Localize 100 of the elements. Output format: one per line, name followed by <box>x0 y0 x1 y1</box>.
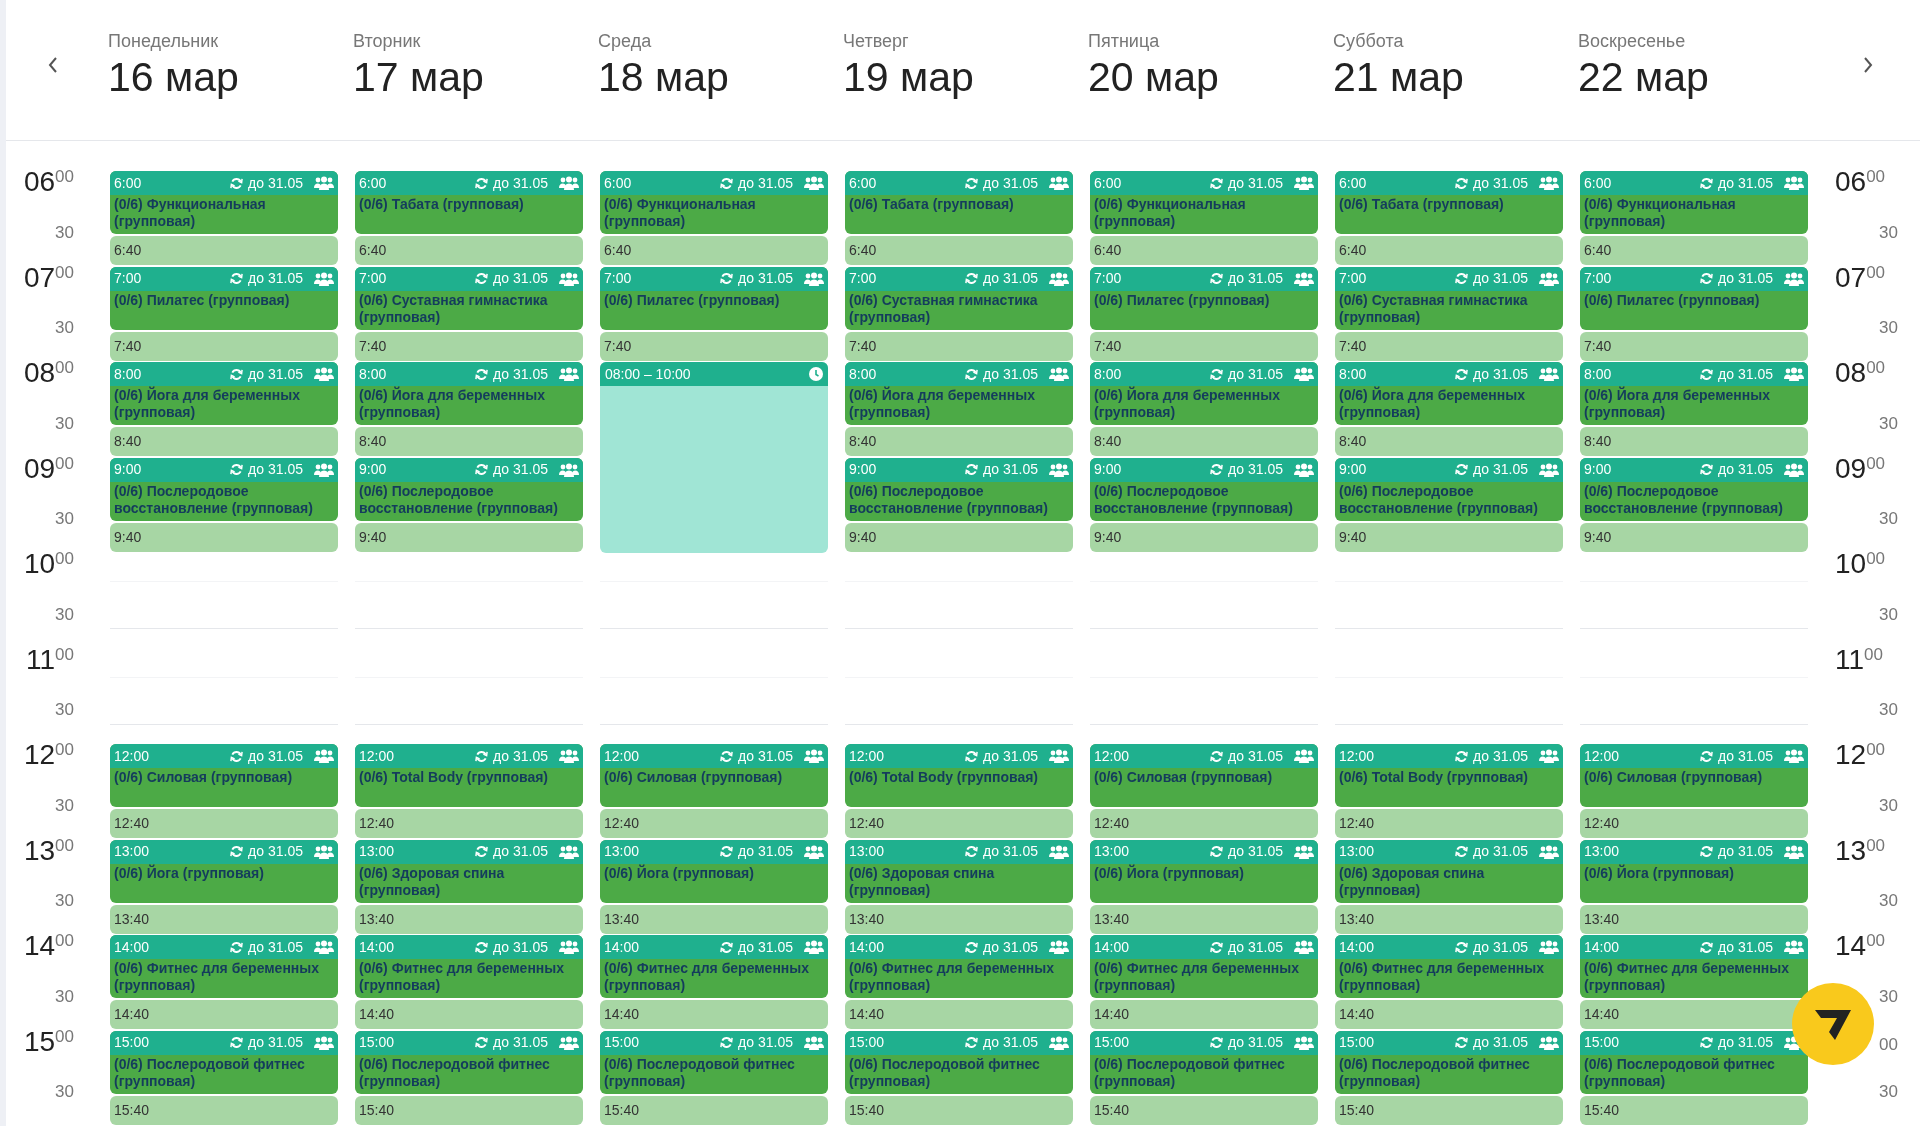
start-time: 7:00 <box>359 269 387 288</box>
class-event-card[interactable]: 6:00 до 31.05 (0/6) Табата (групповая) <box>1335 171 1563 234</box>
class-event-card[interactable]: 9:00 до 31.05 (0/6) Послеродовое восстановление (групповая) <box>110 457 338 521</box>
end-time-block: 6:40 <box>1090 236 1318 265</box>
class-event-card[interactable]: 8:00 до 31.05 (0/6) Йога для беременных (групповая) <box>110 362 338 425</box>
class-event-card[interactable]: 9:00 до 31.05 (0/6) Послеродовое восстановление (групповая) <box>1090 457 1318 521</box>
start-time: 7:00 <box>1339 269 1367 288</box>
repeat-icon <box>1455 367 1469 381</box>
repeat-until-label: до 31.05 <box>493 746 548 766</box>
minutes-label: 30 <box>1878 891 1898 912</box>
class-event-card[interactable]: 14:00 до 31.05 (0/6) Фитнес для беременных (групповая) <box>355 935 583 998</box>
group-icon <box>1294 462 1314 477</box>
class-event-card[interactable]: 6:00 до 31.05 (0/6) Функциональная (групповая) <box>1090 171 1318 234</box>
class-event-card[interactable]: 7:00 до 31.05 (0/6) Пилатес (групповая) <box>110 266 338 330</box>
class-event-card[interactable]: 7:00 до 31.05 (0/6) Суставная гимнастика (групповая) <box>845 266 1073 330</box>
repeat-until-label: до 31.05 <box>1718 269 1773 288</box>
class-event-card[interactable]: 7:00 до 31.05 (0/6) Пилатес (групповая) <box>600 266 828 330</box>
start-time: 9:00 <box>114 460 142 479</box>
class-event-card[interactable]: 12:00 до 31.05 (0/6) Силовая (групповая) <box>600 744 828 807</box>
class-title: (0/6) Функциональная (групповая) <box>1583 195 1737 230</box>
group-icon <box>559 1035 579 1050</box>
end-time-block: 15:40 <box>1090 1095 1318 1125</box>
repeat-until-label: до 31.05 <box>1473 269 1528 288</box>
minutes-label: 00 <box>1878 1034 1898 1055</box>
class-event-card[interactable]: 14:00 до 31.05 (0/6) Фитнес для беременных (групповая) <box>1335 935 1563 998</box>
group-icon <box>314 367 334 381</box>
class-event-card[interactable]: 8:00 до 31.05 (0/6) Йога для беременных (групповая) <box>1090 362 1318 425</box>
minutes-label: 00 <box>1866 549 1886 569</box>
class-event-card[interactable]: 15:00 до 31.05 (0/6) Послеродовой фитнес (групповая) <box>355 1030 583 1094</box>
class-event-card[interactable]: 8:00 до 31.05 (0/6) Йога для беременных (групповая) <box>1580 362 1808 425</box>
class-event-card[interactable]: 15:00 до 31.05 (0/6) Послеродовой фитнес (групповая) <box>1580 1030 1808 1094</box>
repeat-until-label: до 31.05 <box>248 937 303 957</box>
class-event-card[interactable]: 9:00 до 31.05 (0/6) Послеродовое восстановление (групповая) <box>845 457 1073 521</box>
class-event-card[interactable]: 6:00 до 31.05 (0/6) Функциональная (групповая) <box>110 171 338 234</box>
class-event-card[interactable]: 14:00 до 31.05 (0/6) Фитнес для беременных (групповая) <box>110 935 338 998</box>
start-time: 15:00 <box>1339 1033 1375 1052</box>
minutes-label: 30 <box>55 413 74 434</box>
repeat-until-label: до 31.05 <box>248 173 303 193</box>
class-event-card[interactable]: 7:00 до 31.05 (0/6) Суставная гимнастика (групповая) <box>1335 266 1563 330</box>
group-icon <box>1539 940 1559 954</box>
repeat-icon <box>1210 845 1224 858</box>
repeat-icon <box>965 940 979 954</box>
class-event-card[interactable]: 9:00 до 31.05 (0/6) Послеродовое восстановление (групповая) <box>355 457 583 521</box>
class-event-card[interactable]: 7:00 до 31.05 (0/6) Пилатес (групповая) <box>1580 266 1808 330</box>
class-event-card[interactable]: 6:00 до 31.05 (0/6) Функциональная (групповая) <box>600 171 828 234</box>
minutes-label: 00 <box>55 644 74 664</box>
repeat-until-label: до 31.05 <box>1228 269 1283 288</box>
class-event-card[interactable]: 13:00 до 31.05 (0/6) Йога (групповая) <box>110 839 338 903</box>
class-title: (0/6) Фитнес для беременных (групповая) <box>603 959 811 994</box>
end-time-block: 6:40 <box>600 236 828 265</box>
end-time-block: 9:40 <box>1580 522 1808 552</box>
class-event-card[interactable]: 12:00 до 31.05 (0/6) Силовая (групповая) <box>1580 744 1808 807</box>
class-event-card[interactable]: 7:00 до 31.05 (0/6) Пилатес (групповая) <box>1090 266 1318 330</box>
class-event-card[interactable]: 14:00 до 31.05 (0/6) Фитнес для беременных (групповая) <box>600 935 828 998</box>
class-event-card[interactable]: 13:00 до 31.05 (0/6) Йога (групповая) <box>600 839 828 903</box>
class-event-card[interactable]: 15:00 до 31.05 (0/6) Послеродовой фитнес (групповая) <box>600 1030 828 1094</box>
class-event-card[interactable]: 15:00 до 31.05 (0/6) Послеродовой фитнес (групповая) <box>1335 1030 1563 1094</box>
minutes-label: 00 <box>1866 358 1886 378</box>
class-event-card[interactable]: 7:00 до 31.05 (0/6) Суставная гимнастика (групповая) <box>355 266 583 330</box>
repeat-icon <box>1210 463 1224 476</box>
class-event-card[interactable]: 13:00 до 31.05 (0/6) Здоровая спина (групповая) <box>1335 839 1563 903</box>
class-event-card[interactable]: 13:00 до 31.05 (0/6) Здоровая спина (групповая) <box>845 839 1073 903</box>
repeat-icon <box>1700 845 1714 858</box>
class-event-card[interactable]: 12:00 до 31.05 (0/6) Total Body (групповая) <box>845 744 1073 807</box>
minutes-label: 00 <box>1866 262 1886 283</box>
class-event-card[interactable]: 14:00 до 31.05 (0/6) Фитнес для беременных (групповая) <box>1090 935 1318 998</box>
class-event-card[interactable]: 8:00 до 31.05 (0/6) Йога для беременных (групповая) <box>1335 362 1563 425</box>
end-time-block: 8:40 <box>845 427 1073 456</box>
class-event-card[interactable]: 12:00 до 31.05 (0/6) Total Body (групповая) <box>355 744 583 807</box>
class-event-card[interactable]: 12:00 до 31.05 (0/6) Силовая (групповая) <box>1090 744 1318 807</box>
booking-block[interactable]: 08:00 – 10:00 <box>600 362 828 553</box>
group-icon <box>314 271 334 286</box>
class-event-card[interactable]: 13:00 до 31.05 (0/6) Здоровая спина (групповая) <box>355 839 583 903</box>
group-icon <box>1539 176 1559 190</box>
class-title: (0/6) Йога (групповая) <box>1583 863 1735 882</box>
class-title: (0/6) Фитнес для беременных (групповая) <box>1338 959 1546 994</box>
class-event-card[interactable]: 15:00 до 31.05 (0/6) Послеродовой фитнес (групповая) <box>1090 1030 1318 1094</box>
class-event-card[interactable]: 6:00 до 31.05 (0/6) Функциональная (групповая) <box>1580 171 1808 234</box>
end-time-block: 8:40 <box>1090 427 1318 456</box>
end-time-block: 15:40 <box>600 1095 828 1125</box>
end-time-block: 6:40 <box>1335 236 1563 265</box>
class-event-card[interactable]: 12:00 до 31.05 (0/6) Силовая (групповая) <box>110 744 338 807</box>
class-title: (0/6) Функциональная (групповая) <box>113 195 267 230</box>
class-event-card[interactable]: 6:00 до 31.05 (0/6) Табата (групповая) <box>845 171 1073 234</box>
class-event-card[interactable]: 13:00 до 31.05 (0/6) Йога (групповая) <box>1580 839 1808 903</box>
class-event-card[interactable]: 13:00 до 31.05 (0/6) Йога (групповая) <box>1090 839 1318 903</box>
class-event-card[interactable]: 14:00 до 31.05 (0/6) Фитнес для беременных (групповая) <box>845 935 1073 998</box>
minutes-label: 30 <box>1878 795 1898 816</box>
class-event-card[interactable]: 9:00 до 31.05 (0/6) Послеродовое восстановление (групповая) <box>1580 457 1808 521</box>
class-event-card[interactable]: 14:00 до 31.05 (0/6) Фитнес для беременных (групповая) <box>1580 935 1808 998</box>
class-event-card[interactable]: 6:00 до 31.05 (0/6) Табата (групповая) <box>355 171 583 234</box>
class-title: (0/6) Послеродовое восстановление (групповая) <box>358 481 559 517</box>
class-event-card[interactable]: 12:00 до 31.05 (0/6) Total Body (групповая) <box>1335 744 1563 807</box>
end-time-block: 9:40 <box>110 522 338 552</box>
minutes-label: 00 <box>1866 453 1886 474</box>
class-event-card[interactable]: 9:00 до 31.05 (0/6) Послеродовое восстановление (групповая) <box>1335 457 1563 521</box>
class-event-card[interactable]: 8:00 до 31.05 (0/6) Йога для беременных (групповая) <box>845 362 1073 425</box>
class-event-card[interactable]: 15:00 до 31.05 (0/6) Послеродовой фитнес (групповая) <box>110 1030 338 1094</box>
class-event-card[interactable]: 8:00 до 31.05 (0/6) Йога для беременных (групповая) <box>355 362 583 425</box>
class-event-card[interactable]: 15:00 до 31.05 (0/6) Послеродовой фитнес (групповая) <box>845 1030 1073 1094</box>
